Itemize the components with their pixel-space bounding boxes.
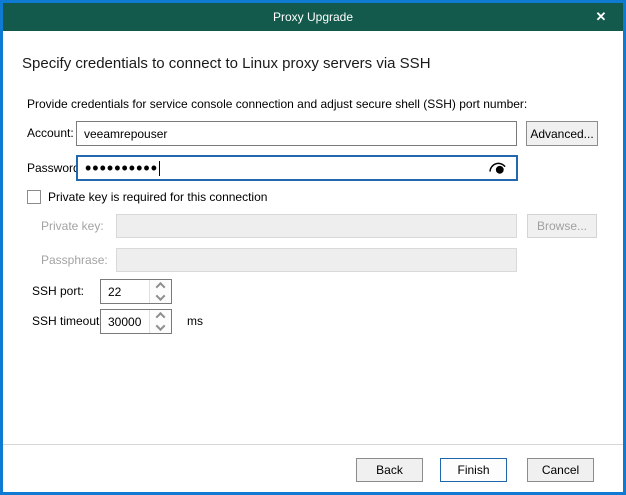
private-key-input: [116, 214, 517, 238]
ssh-port-input[interactable]: [101, 280, 149, 303]
spin-up-button[interactable]: [150, 280, 171, 292]
passphrase-label: Passphrase:: [41, 248, 108, 272]
account-input[interactable]: [76, 121, 517, 146]
ssh-timeout-spinner: [100, 309, 172, 334]
password-input[interactable]: ••••••••••: [76, 155, 518, 181]
window-title: Proxy Upgrade: [273, 10, 353, 24]
proxy-upgrade-dialog: Proxy Upgrade ✕ Specify credentials to c…: [0, 0, 626, 495]
title-bar: Proxy Upgrade: [3, 3, 623, 31]
ssh-timeout-spin-buttons: [149, 310, 171, 333]
private-key-checkbox[interactable]: [27, 190, 41, 204]
ssh-port-spin-buttons: [149, 280, 171, 303]
password-label: Password:: [27, 155, 83, 181]
chevron-down-icon: [156, 291, 166, 301]
account-label: Account:: [27, 121, 74, 146]
browse-button: Browse...: [527, 214, 597, 238]
ssh-timeout-input[interactable]: [101, 310, 149, 333]
close-icon: ✕: [596, 9, 607, 25]
footer-divider: [3, 444, 623, 445]
page-title: Specify credentials to connect to Linux …: [22, 55, 431, 72]
spin-down-button[interactable]: [150, 292, 171, 304]
password-masked-value: ••••••••••: [85, 157, 158, 179]
private-key-label: Private key:: [41, 214, 104, 238]
spin-up-button[interactable]: [150, 310, 171, 322]
private-key-checkbox-label: Private key is required for this connect…: [48, 190, 267, 204]
page-description: Provide credentials for service console …: [27, 97, 527, 111]
advanced-button[interactable]: Advanced...: [526, 121, 598, 146]
close-button[interactable]: ✕: [579, 3, 623, 31]
text-caret: [159, 161, 160, 176]
cancel-button[interactable]: Cancel: [527, 458, 594, 482]
finish-button[interactable]: Finish: [440, 458, 507, 482]
passphrase-input: [116, 248, 517, 272]
reveal-password-icon[interactable]: [486, 159, 510, 177]
chevron-down-icon: [156, 321, 166, 331]
ssh-port-label: SSH port:: [32, 279, 84, 304]
ssh-port-spinner: [100, 279, 172, 304]
ssh-timeout-label: SSH timeout:: [32, 309, 103, 334]
spin-down-button[interactable]: [150, 322, 171, 334]
back-button[interactable]: Back: [356, 458, 423, 482]
ssh-timeout-unit-label: ms: [187, 309, 203, 334]
